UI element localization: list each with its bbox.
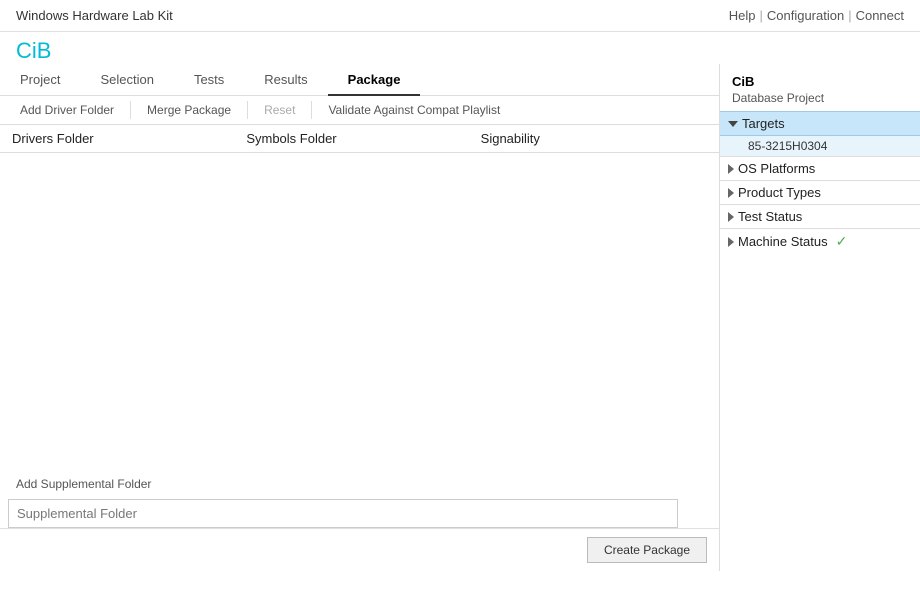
chevron-right-icon [728, 164, 734, 174]
tab-selection[interactable]: Selection [80, 64, 173, 95]
bottom-bar: Create Package [0, 528, 719, 571]
chevron-right-icon-3 [728, 212, 734, 222]
top-bar: Windows Hardware Lab Kit Help | Configur… [0, 0, 920, 32]
main-layout: Project Selection Tests Results Package … [0, 64, 920, 571]
nav-tabs: Project Selection Tests Results Package [0, 64, 719, 96]
top-links: Help | Configuration | Connect [729, 8, 904, 23]
tab-package[interactable]: Package [328, 64, 421, 95]
product-types-row[interactable]: Product Types [720, 180, 920, 204]
content-area: Project Selection Tests Results Package … [0, 64, 720, 571]
product-types-label: Product Types [738, 185, 821, 200]
chevron-right-icon-4 [728, 237, 734, 247]
toolbar-separator-2 [247, 101, 248, 119]
connect-link[interactable]: Connect [856, 8, 904, 23]
app-title: Windows Hardware Lab Kit [16, 8, 173, 23]
targets-section[interactable]: Targets [720, 111, 920, 136]
chevron-down-icon [728, 121, 738, 127]
add-supplemental-button[interactable]: Add Supplemental Folder [8, 473, 159, 495]
col-signability: Signability [477, 129, 711, 148]
supplemental-area: Add Supplemental Folder Supplemental Fol… [0, 465, 719, 528]
create-package-button[interactable]: Create Package [587, 537, 707, 563]
toolbar: Add Driver Folder Merge Package Reset Va… [0, 96, 719, 125]
test-status-label: Test Status [738, 209, 802, 224]
right-panel: CiB Database Project Targets 85-3215H030… [720, 64, 920, 571]
target-value-row: 85-3215H0304 [720, 136, 920, 156]
toolbar-separator-1 [130, 101, 131, 119]
chevron-right-icon-2 [728, 188, 734, 198]
merge-package-button[interactable]: Merge Package [135, 100, 243, 120]
test-status-row[interactable]: Test Status [720, 204, 920, 228]
help-link[interactable]: Help [729, 8, 756, 23]
content-body [0, 153, 719, 465]
validate-button[interactable]: Validate Against Compat Playlist [316, 100, 512, 120]
configuration-link[interactable]: Configuration [767, 8, 844, 23]
add-driver-folder-button[interactable]: Add Driver Folder [8, 100, 126, 120]
machine-status-row[interactable]: Machine Status ✓ [720, 228, 920, 254]
panel-title: CiB [720, 72, 920, 91]
supplemental-folder-box[interactable]: Supplemental Folder [8, 499, 678, 528]
reset-button[interactable]: Reset [252, 100, 307, 120]
checkmark-icon: ✓ [836, 233, 848, 250]
targets-label: Targets [742, 116, 785, 131]
tab-tests[interactable]: Tests [174, 64, 244, 95]
panel-subtitle: Database Project [720, 91, 920, 111]
table-header: Drivers Folder Symbols Folder Signabilit… [0, 125, 719, 153]
toolbar-separator-3 [311, 101, 312, 119]
logo-area: CiB [0, 32, 920, 64]
tab-results[interactable]: Results [244, 64, 327, 95]
os-platforms-row[interactable]: OS Platforms [720, 156, 920, 180]
os-platforms-label: OS Platforms [738, 161, 815, 176]
machine-status-label: Machine Status [738, 234, 828, 249]
col-drivers-folder: Drivers Folder [8, 129, 242, 148]
logo-text: CiB [16, 38, 51, 63]
col-symbols-folder: Symbols Folder [242, 129, 476, 148]
tab-project[interactable]: Project [0, 64, 80, 95]
target-value: 85-3215H0304 [748, 139, 827, 153]
